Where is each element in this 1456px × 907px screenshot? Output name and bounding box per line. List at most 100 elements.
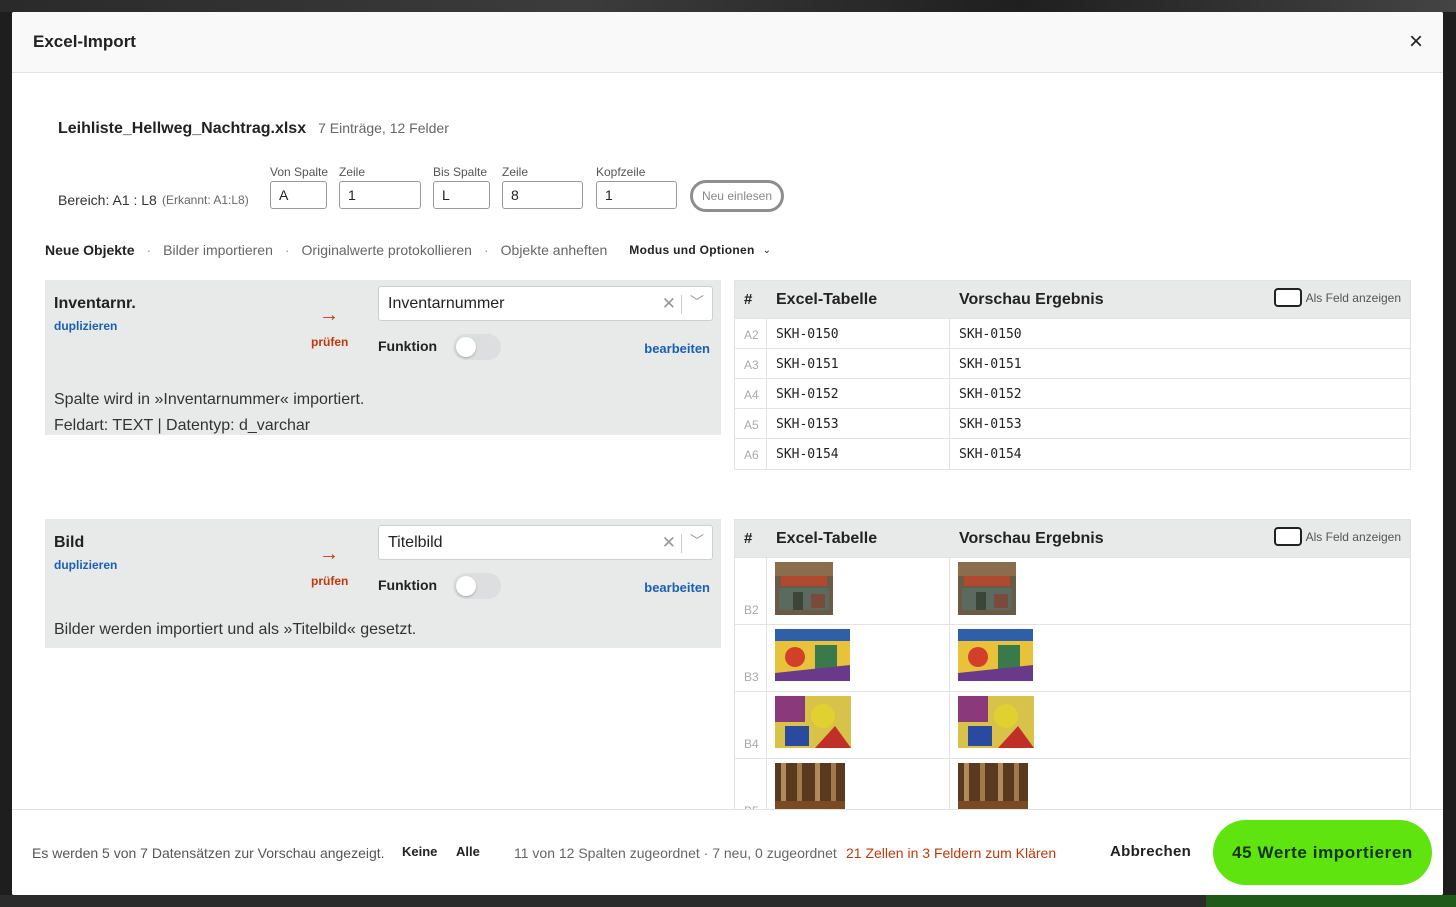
close-icon[interactable]: ×	[1409, 30, 1423, 54]
preview-header: # Excel-Tabelle Vorschau Ergebnis Als Fe…	[735, 281, 1410, 318]
painting-thumbnail	[775, 562, 833, 615]
painting-thumbnail	[958, 763, 1028, 809]
to-row-group: Zeile 8	[502, 165, 583, 209]
row-number: B3	[744, 670, 759, 684]
option-new-objects[interactable]: Neue Objekte	[45, 242, 134, 258]
reread-button[interactable]: Neu einlesen	[690, 180, 784, 212]
function-toggle[interactable]	[453, 573, 501, 599]
to-row-label: Zeile	[502, 165, 529, 179]
chevron-down-icon[interactable]: ﹀	[690, 531, 704, 551]
painting-thumbnail	[958, 562, 1016, 615]
duplicate-link[interactable]: duplizieren	[54, 319, 117, 333]
row-number: A5	[744, 418, 759, 432]
checkbox[interactable]	[1273, 288, 1302, 307]
mode-options-dropdown[interactable]: Modus und Optionen	[629, 243, 754, 257]
excel-cell: SKH-0153	[776, 417, 839, 432]
result-cell: SKH-0151	[959, 357, 1022, 372]
option-log-originals[interactable]: Originalwerte protokollieren	[302, 242, 472, 258]
to-col-input[interactable]: L	[433, 181, 490, 209]
table-row: A2 SKH-0150 SKH-0150	[735, 318, 1410, 348]
result-cell: SKH-0152	[959, 387, 1022, 402]
col-excel: Excel-Tabelle	[776, 530, 878, 547]
to-row-input[interactable]: 8	[502, 181, 583, 209]
mapping-type-info: Feldart: TEXT | Datentyp: d_varchar	[54, 417, 311, 434]
target-field-select[interactable]: Titelbild ✕ ﹀	[378, 525, 713, 560]
to-col-label: Bis Spalte	[433, 165, 488, 179]
preview-header: # Excel-Tabelle Vorschau Ergebnis Als Fe…	[735, 520, 1410, 557]
function-toggle[interactable]	[453, 334, 501, 360]
separator: ·	[284, 242, 290, 258]
select-none-button[interactable]: Keine	[402, 844, 437, 859]
separator: ·	[483, 242, 489, 258]
header-row-input[interactable]: 1	[596, 181, 677, 209]
table-row: B2	[735, 557, 1410, 624]
source-column-label: Inventarnr.	[54, 295, 136, 312]
show-as-field-label: Als Feld anzeigen	[1305, 529, 1401, 544]
row-number: B2	[744, 603, 759, 617]
options-bar: Neue Objekte · Bilder importieren · Orig…	[45, 242, 771, 258]
painting-thumbnail	[958, 696, 1034, 748]
select-divider	[681, 534, 682, 553]
table-row: B4	[735, 691, 1410, 758]
dialog-footer: Es werden 5 von 7 Datensätzen zur Vorsch…	[12, 809, 1443, 895]
table-row: A3 SKH-0151 SKH-0151	[735, 348, 1410, 378]
row-number: A3	[744, 358, 759, 372]
checkbox[interactable]	[1273, 527, 1302, 546]
from-col-group: Von Spalte A	[270, 165, 328, 209]
range-label: Bereich: A1 : L8	[58, 192, 157, 208]
painting-thumbnail	[775, 629, 850, 681]
row-number: A4	[744, 388, 759, 402]
duplicate-link[interactable]: duplizieren	[54, 558, 117, 572]
edit-link[interactable]: bearbeiten	[644, 580, 710, 595]
excel-cell: SKH-0152	[776, 387, 839, 402]
option-attach-objects[interactable]: Objekte anheften	[501, 242, 608, 258]
excel-cell: SKH-0154	[776, 447, 839, 462]
file-name: Leihliste_Hellweg_Nachtrag.xlsx	[58, 120, 307, 137]
clear-icon[interactable]: ✕	[662, 533, 676, 553]
clear-icon[interactable]: ✕	[662, 294, 676, 314]
preview-table-bild: # Excel-Tabelle Vorschau Ergebnis Als Fe…	[734, 519, 1411, 809]
result-cell: SKH-0154	[959, 447, 1022, 462]
row-number: A6	[744, 448, 759, 462]
target-field-value: Titelbild	[388, 534, 443, 551]
from-row-input[interactable]: 1	[339, 181, 421, 209]
file-meta: 7 Einträge, 12 Felder	[318, 120, 449, 136]
row-number: B4	[744, 737, 759, 751]
table-row: A4 SKH-0152 SKH-0152	[735, 378, 1410, 408]
option-import-images[interactable]: Bilder importieren	[163, 242, 273, 258]
col-hash: #	[744, 291, 753, 308]
target-field-select[interactable]: Inventarnummer ✕ ﹀	[378, 286, 713, 321]
check-link[interactable]: prüfen	[311, 335, 348, 349]
header-row-label: Kopfzeile	[596, 165, 646, 179]
import-button[interactable]: 45 Werte importieren	[1213, 820, 1432, 885]
excel-cell: SKH-0151	[776, 357, 839, 372]
check-link[interactable]: prüfen	[311, 574, 348, 588]
backdrop	[0, 0, 1456, 12]
mapping-scroll-area[interactable]: Inventarnr. duplizieren → prüfen Inventa…	[12, 272, 1443, 809]
table-row: B3	[735, 624, 1410, 691]
separator: ·	[146, 242, 152, 258]
show-as-field-label: Als Feld anzeigen	[1305, 290, 1401, 305]
chevron-down-icon[interactable]: ⌄	[763, 245, 771, 256]
col-excel: Excel-Tabelle	[776, 291, 878, 308]
col-hash: #	[744, 530, 753, 547]
cells-to-clarify-link[interactable]: 21 Zellen in 3 Feldern zum Klären	[846, 845, 1056, 861]
show-as-field-checkbox[interactable]: Als Feld anzeigen	[1273, 288, 1401, 307]
excel-cell: SKH-0150	[776, 327, 839, 342]
file-info: Leihliste_Hellweg_Nachtrag.xlsx 7 Einträ…	[58, 120, 449, 138]
show-as-field-checkbox[interactable]: Als Feld anzeigen	[1273, 527, 1401, 546]
function-label: Funktion	[378, 577, 438, 593]
cancel-button[interactable]: Abbrechen	[1110, 843, 1191, 860]
col-preview: Vorschau Ergebnis	[959, 530, 1104, 547]
target-field-value: Inventarnummer	[388, 295, 505, 312]
table-row: B5	[735, 758, 1410, 809]
from-row-label: Zeile	[339, 165, 366, 179]
from-col-input[interactable]: A	[270, 181, 327, 209]
function-label: Funktion	[378, 338, 438, 354]
edit-link[interactable]: bearbeiten	[644, 341, 710, 356]
backdrop-bottom	[0, 895, 1456, 907]
mapping-description: Bilder werden importiert und als »Titelb…	[54, 621, 417, 638]
col-preview: Vorschau Ergebnis	[959, 291, 1104, 308]
select-all-button[interactable]: Alle	[456, 844, 480, 859]
chevron-down-icon[interactable]: ﹀	[690, 292, 704, 312]
